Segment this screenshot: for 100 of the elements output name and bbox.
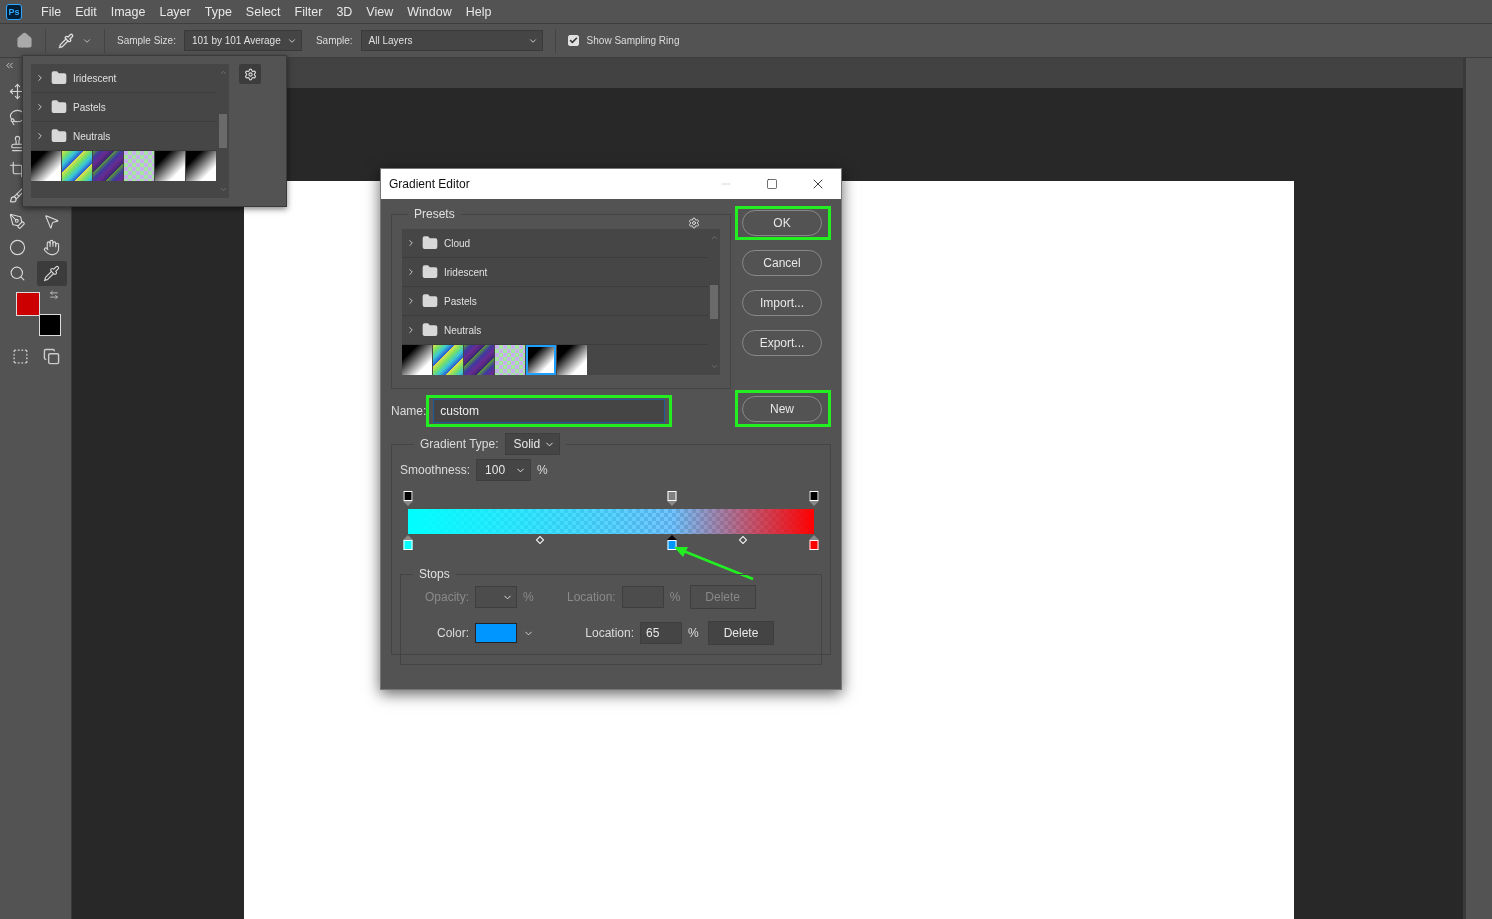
smoothness-field[interactable]: 100 — [476, 459, 532, 481]
preset-folder[interactable]: Iridescent — [31, 64, 217, 93]
settings-icon — [243, 67, 257, 81]
maximize-icon — [766, 178, 778, 190]
pointer-icon — [43, 213, 60, 230]
menu-item[interactable]: Window — [400, 4, 459, 19]
dialog-button[interactable]: Export... — [742, 330, 822, 356]
dialog-button[interactable]: Cancel — [742, 250, 822, 276]
gradient-swatch[interactable] — [433, 345, 463, 375]
sample-size-label: Sample Size: — [117, 35, 176, 46]
folder-icon — [422, 264, 438, 280]
gradient-swatch[interactable] — [155, 151, 185, 181]
gradient-bar[interactable] — [408, 509, 814, 534]
screen-mode-icon[interactable] — [42, 348, 60, 365]
menu-item[interactable]: Edit — [68, 4, 104, 19]
home-icon[interactable] — [16, 32, 33, 49]
presets-legend: Presets — [408, 207, 461, 221]
settings-icon[interactable] — [688, 217, 700, 229]
quick-mask-icon[interactable] — [11, 348, 29, 365]
percent-label: % — [537, 463, 548, 477]
chevron-icon — [406, 325, 416, 335]
ellipse-icon — [9, 239, 26, 256]
hand-icon — [43, 239, 60, 256]
gradient-swatch[interactable] — [124, 151, 154, 181]
color-stop[interactable] — [667, 540, 677, 550]
percent-label: % — [669, 590, 682, 604]
menu-item[interactable]: View — [359, 4, 401, 19]
opacity-stop[interactable] — [403, 491, 413, 501]
gradient-swatch[interactable] — [464, 345, 494, 375]
menu-item[interactable]: File — [34, 4, 69, 19]
gradient-type-label: Gradient Type: — [420, 437, 499, 451]
dialog-button[interactable]: Import... — [742, 290, 822, 316]
folder-icon — [51, 99, 67, 115]
location-label: Location: — [584, 626, 634, 640]
sample-label: Sample: — [315, 35, 353, 46]
preset-folder[interactable]: Pastels — [31, 93, 217, 122]
foreground-color-swatch[interactable] — [15, 292, 40, 316]
color-stop[interactable] — [809, 540, 819, 550]
gradient-swatch[interactable] — [402, 345, 432, 375]
eyedropper-icon[interactable] — [58, 32, 74, 49]
menu-item[interactable]: Select — [238, 4, 288, 19]
folder-icon — [422, 322, 438, 338]
folder-icon — [422, 235, 438, 251]
scrollbar-thumb[interactable] — [219, 114, 227, 148]
tool-button[interactable] — [36, 261, 67, 286]
chevron-icon — [35, 131, 45, 141]
settings-button[interactable] — [239, 64, 261, 84]
sampling-ring-checkbox[interactable] — [567, 35, 579, 46]
opacity-field[interactable] — [475, 586, 517, 608]
name-label: Name: — [391, 404, 427, 418]
scrollbar-thumb[interactable] — [710, 285, 718, 319]
color-label: Color: — [436, 626, 469, 640]
color-stop[interactable] — [403, 540, 413, 550]
gradient-type-dropdown[interactable]: Solid — [504, 433, 561, 455]
gradient-swatch[interactable] — [62, 151, 92, 181]
chevron-icon — [406, 267, 416, 277]
chevron-icon — [35, 73, 45, 83]
percent-label: % — [523, 590, 534, 604]
app-logo[interactable]: Ps — [6, 3, 22, 20]
chevron-icon — [406, 238, 416, 248]
preset-folder[interactable]: Pastels — [402, 287, 708, 316]
pen-icon — [9, 213, 26, 230]
stops-legend: Stops — [413, 567, 456, 581]
chevron-icon — [35, 102, 45, 112]
gradient-swatch[interactable] — [186, 151, 216, 181]
sampling-ring-label: Show Sampling Ring — [586, 35, 680, 46]
dialog-button[interactable]: OK — [742, 210, 822, 236]
sample-dropdown[interactable]: All Layers — [360, 30, 543, 51]
chevron-icon — [406, 296, 416, 306]
gradient-swatch[interactable] — [526, 345, 556, 375]
swap-icon[interactable] — [48, 290, 59, 300]
gradient-swatch[interactable] — [93, 151, 123, 181]
menu-item[interactable]: Help — [458, 4, 499, 19]
folder-icon — [51, 70, 67, 86]
smoothness-label: Smoothness: — [400, 463, 471, 477]
window-title: Gradient Editor — [389, 177, 471, 191]
folder-icon — [51, 128, 67, 144]
location-field[interactable]: 65 — [640, 622, 682, 644]
gradient-swatch[interactable] — [557, 345, 587, 375]
delete-button[interactable]: Delete — [708, 621, 774, 645]
collapse-icon[interactable] — [4, 60, 15, 71]
gradient-swatch[interactable] — [31, 151, 61, 181]
menu-item[interactable]: Filter — [287, 4, 330, 19]
new-button[interactable]: New — [742, 396, 822, 422]
menu-item[interactable]: Layer — [152, 4, 198, 19]
menu-item[interactable]: Image — [103, 4, 153, 19]
preset-folder[interactable]: Iridescent — [402, 258, 708, 287]
sample-size-dropdown[interactable]: 101 by 101 Average — [183, 30, 302, 51]
zoom-icon — [9, 265, 26, 282]
gradient-swatch[interactable] — [495, 345, 525, 375]
stop-color-swatch[interactable] — [475, 623, 517, 643]
percent-label: % — [688, 626, 700, 640]
background-color-swatch[interactable] — [38, 314, 61, 336]
name-field[interactable]: custom — [433, 399, 666, 423]
preset-folder[interactable]: Cloud — [402, 229, 708, 258]
menu-item[interactable]: 3D — [329, 4, 360, 19]
menu-item[interactable]: Type — [197, 4, 239, 19]
folder-icon — [422, 293, 438, 309]
eyedropper-icon — [43, 265, 60, 282]
opacity-stop[interactable] — [809, 491, 819, 501]
